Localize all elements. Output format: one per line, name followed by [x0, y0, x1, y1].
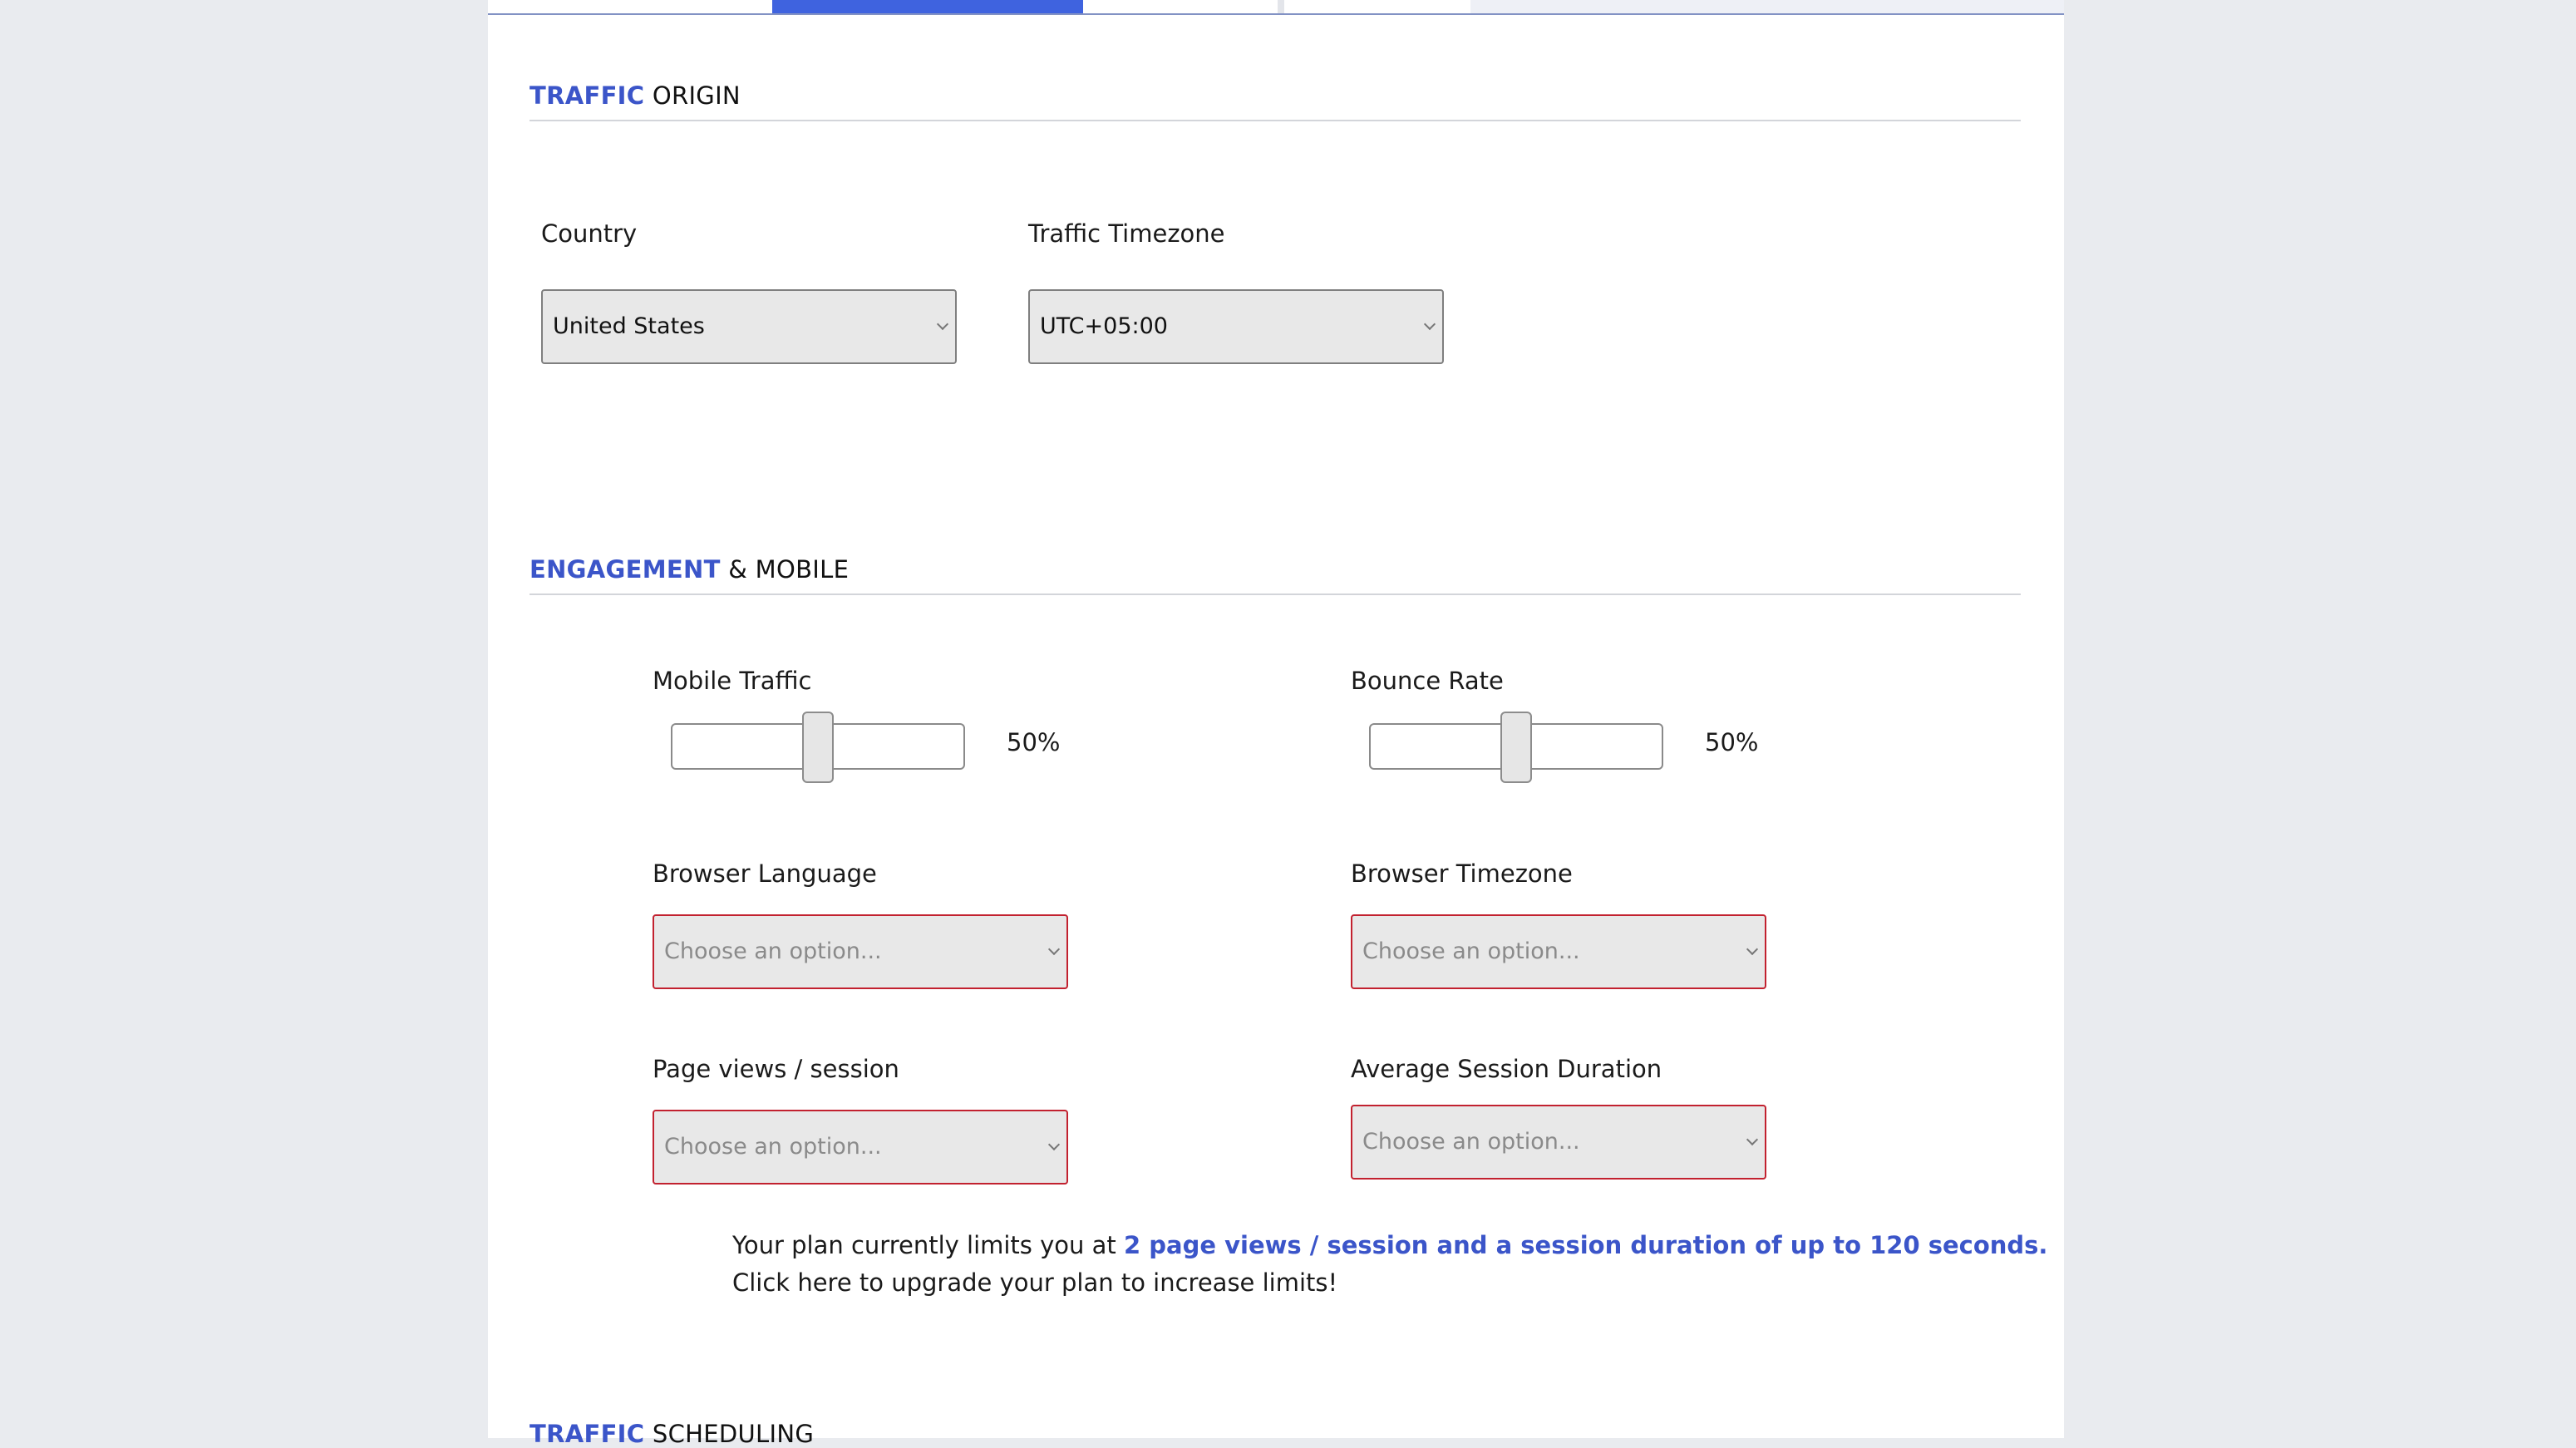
section-title-traffic-origin: TRAFFIC ORIGIN	[529, 81, 741, 110]
plan-limit-prefix: Your plan currently limits you at	[732, 1231, 1124, 1259]
avg-session-duration-select[interactable]: Choose an option...	[1351, 1105, 1766, 1180]
avg-session-duration-label: Average Session Duration	[1351, 1055, 1662, 1083]
browser-timezone-select-value: Choose an option...	[1362, 938, 1580, 964]
tab-separator	[1278, 0, 1284, 13]
section-title-rest: ORIGIN	[644, 81, 741, 110]
section-title-traffic-scheduling: TRAFFIC SCHEDULING	[529, 1420, 814, 1448]
browser-timezone-select[interactable]: Choose an option...	[1351, 914, 1766, 989]
plan-limit-highlight: 2 page views / session and a session dur…	[1124, 1231, 2048, 1259]
section-title-rest: SCHEDULING	[644, 1420, 815, 1448]
tab-3[interactable]	[1090, 0, 1278, 13]
tab-4[interactable]	[1284, 0, 1472, 13]
avg-session-duration-select-value: Choose an option...	[1362, 1129, 1580, 1155]
mobile-traffic-label: Mobile Traffic	[653, 667, 812, 695]
section-title-accent: TRAFFIC	[529, 81, 645, 110]
bounce-rate-value: 50%	[1705, 728, 1759, 756]
chevron-down-icon	[1047, 1138, 1061, 1151]
page-views-select[interactable]: Choose an option...	[653, 1110, 1068, 1185]
mobile-traffic-value: 50%	[1007, 728, 1061, 756]
tab-strip-filler	[1470, 0, 2064, 13]
tab-active[interactable]	[772, 0, 1083, 13]
traffic-timezone-select[interactable]: UTC+05:00	[1028, 289, 1444, 364]
browser-language-select[interactable]: Choose an option...	[653, 914, 1068, 989]
section-title-accent: ENGAGEMENT	[529, 555, 721, 584]
chevron-down-icon	[1047, 943, 1061, 956]
country-select-value: United States	[553, 313, 705, 339]
plan-limit-notice: Your plan currently limits you at 2 page…	[732, 1231, 2047, 1259]
main-panel	[488, 0, 2064, 1438]
chevron-down-icon	[1746, 943, 1759, 956]
tab-1[interactable]	[488, 0, 769, 13]
traffic-timezone-select-value: UTC+05:00	[1040, 313, 1168, 339]
upgrade-plan-link[interactable]: Click here to upgrade your plan to incre…	[732, 1268, 1337, 1297]
chevron-down-icon	[936, 318, 949, 331]
chevron-down-icon	[1423, 318, 1436, 331]
browser-timezone-label: Browser Timezone	[1351, 859, 1573, 888]
page-views-select-value: Choose an option...	[664, 1134, 882, 1160]
section-divider	[529, 593, 2021, 595]
section-title-engagement-mobile: ENGAGEMENT & MOBILE	[529, 555, 849, 584]
traffic-timezone-label: Traffic Timezone	[1028, 219, 1225, 248]
bounce-rate-slider-handle[interactable]	[1500, 712, 1532, 783]
browser-language-label: Browser Language	[653, 859, 877, 888]
bounce-rate-label: Bounce Rate	[1351, 667, 1504, 695]
page-views-label: Page views / session	[653, 1055, 899, 1083]
browser-language-select-value: Choose an option...	[664, 938, 882, 964]
mobile-traffic-slider-handle[interactable]	[802, 712, 834, 783]
section-title-rest: & MOBILE	[720, 555, 850, 584]
section-divider	[529, 120, 2021, 121]
tab-strip	[488, 0, 2064, 15]
country-select[interactable]: United States	[541, 289, 957, 364]
section-title-accent: TRAFFIC	[529, 1420, 645, 1448]
country-label: Country	[541, 219, 638, 248]
chevron-down-icon	[1746, 1133, 1759, 1146]
